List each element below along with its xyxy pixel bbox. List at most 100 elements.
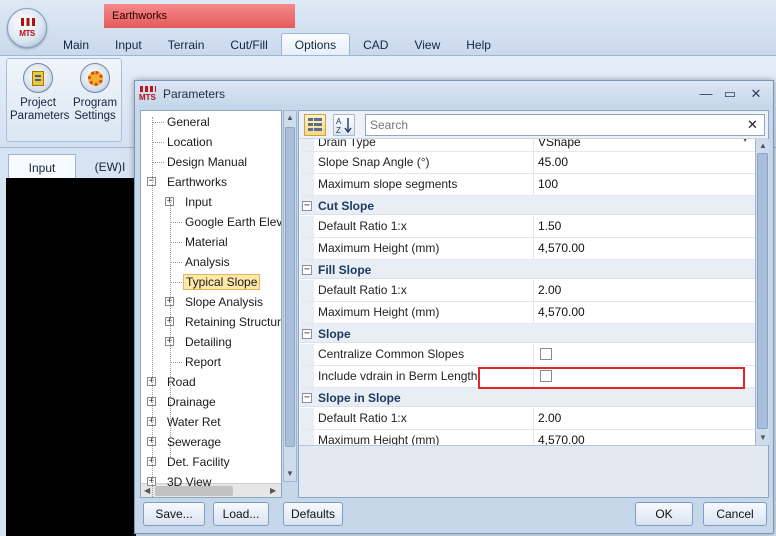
ribbon-tab-cut-fill[interactable]: Cut/Fill: [217, 34, 280, 56]
doc-tab-input[interactable]: Input: [8, 154, 76, 178]
parameters-tree[interactable]: ◀ ▶ General Location Design Manual Earthwor…: [140, 110, 282, 498]
scroll-up-icon[interactable]: ▲: [759, 141, 767, 150]
tree-item[interactable]: Analysis: [183, 252, 232, 272]
ribbon-tab-terrain[interactable]: Terrain: [155, 34, 218, 56]
tree-item[interactable]: Material: [183, 232, 230, 252]
property-value[interactable]: 4,570.00: [533, 238, 755, 259]
property-row[interactable]: Default Ratio 1:x 2.00: [300, 280, 755, 302]
collapse-icon[interactable]: −: [302, 201, 312, 211]
project-parameters-button[interactable]: Project Parameters: [10, 63, 69, 123]
ribbon-tab-main[interactable]: Main: [50, 34, 102, 56]
categorized-view-icon[interactable]: [304, 114, 326, 136]
ribbon-tab-view[interactable]: View: [401, 34, 453, 56]
svg-text:A: A: [336, 117, 342, 126]
property-value[interactable]: [533, 344, 755, 365]
tree-item[interactable]: General: [165, 112, 212, 132]
tree-item-label: Drainage: [167, 395, 216, 409]
ribbon-tab-input[interactable]: Input: [102, 34, 155, 56]
tree-item[interactable]: Earthworks: [165, 172, 229, 192]
checkbox[interactable]: [540, 348, 552, 360]
property-grid-scroll-thumb[interactable]: [757, 153, 768, 429]
scroll-down-icon[interactable]: ▼: [286, 469, 294, 478]
ok-button[interactable]: OK: [635, 502, 693, 526]
mts-logo-icon: MTS: [139, 86, 157, 102]
tree-item[interactable]: Location: [165, 132, 214, 152]
app-title: Earthworks: [104, 4, 295, 28]
property-value[interactable]: VShape ▼: [533, 139, 755, 151]
ribbon-tab-options[interactable]: Options: [280, 33, 351, 55]
property-row[interactable]: Slope Snap Angle (°) 45.00: [300, 152, 755, 174]
tree-item[interactable]: Detailing: [183, 332, 234, 352]
property-category[interactable]: − Slope in Slope: [300, 388, 755, 407]
property-value[interactable]: 2.00: [533, 280, 755, 301]
save-button[interactable]: Save...: [143, 502, 205, 526]
row-gutter: [300, 280, 314, 301]
close-icon[interactable]: ✕: [745, 85, 767, 103]
tree-item[interactable]: Report: [183, 352, 223, 372]
tree-item-label: Retaining Structures: [185, 315, 282, 329]
scroll-left-icon[interactable]: ◀: [144, 486, 150, 495]
drawing-canvas[interactable]: [6, 178, 136, 536]
dialog-title-bar[interactable]: MTS Parameters — ▭ ✕: [135, 81, 773, 107]
scroll-down-icon[interactable]: ▼: [759, 433, 767, 442]
tree-vscroll-thumb[interactable]: [285, 127, 295, 447]
tree-item-label: Detailing: [185, 335, 232, 349]
tree-item[interactable]: Water Ret: [165, 412, 223, 432]
property-value[interactable]: 4,570.00: [533, 430, 755, 445]
search-input[interactable]: [365, 114, 765, 136]
property-value[interactable]: 45.00: [533, 152, 755, 173]
property-row[interactable]: Maximum Height (mm) 4,570.00: [300, 430, 755, 445]
property-category[interactable]: − Slope: [300, 324, 755, 343]
tree-item[interactable]: Sewerage: [165, 432, 223, 452]
property-value[interactable]: [533, 366, 755, 387]
minimize-icon[interactable]: —: [695, 85, 717, 103]
collapse-icon[interactable]: −: [302, 329, 312, 339]
property-name: Default Ratio 1:x: [318, 283, 407, 297]
property-row[interactable]: Maximum Height (mm) 4,570.00: [300, 238, 755, 260]
tree-item[interactable]: Drainage: [165, 392, 218, 412]
load-button[interactable]: Load...: [213, 502, 269, 526]
property-row[interactable]: Maximum Height (mm) 4,570.00: [300, 302, 755, 324]
ribbon-tab-help[interactable]: Help: [453, 34, 504, 56]
property-row[interactable]: Maximum slope segments 100: [300, 174, 755, 196]
tree-item-label: Analysis: [185, 255, 230, 269]
property-value[interactable]: 100: [533, 174, 755, 195]
property-value[interactable]: 1.50: [533, 216, 755, 237]
ribbon-tab-cad[interactable]: CAD: [350, 34, 401, 56]
tree-item[interactable]: 3D View: [165, 472, 213, 492]
cancel-button[interactable]: Cancel: [703, 502, 767, 526]
program-settings-button[interactable]: Program Settings: [67, 63, 123, 123]
property-value[interactable]: 2.00: [533, 408, 755, 429]
scroll-right-icon[interactable]: ▶: [270, 486, 276, 495]
property-category[interactable]: − Fill Slope: [300, 260, 755, 279]
property-grid-scrollbar[interactable]: ▲ ▼: [755, 139, 769, 445]
scroll-up-icon[interactable]: ▲: [286, 113, 294, 122]
collapse-icon[interactable]: −: [302, 265, 312, 275]
defaults-button[interactable]: Defaults: [283, 502, 343, 526]
checkbox[interactable]: [540, 370, 552, 382]
property-row[interactable]: Include vdrain in Berm Length: [300, 366, 755, 388]
collapse-icon[interactable]: −: [302, 393, 312, 403]
maximize-icon[interactable]: ▭: [719, 85, 741, 103]
tree-item-label: General: [167, 115, 210, 129]
application-menu-button[interactable]: MTS: [7, 8, 47, 48]
tree-item[interactable]: Google Earth Elevation: [183, 212, 281, 232]
property-name: Drain Type: [318, 139, 376, 149]
property-category[interactable]: − Cut Slope: [300, 196, 755, 215]
tree-item[interactable]: Typical Slope: [183, 272, 261, 292]
property-row[interactable]: Drain Type VShape ▼: [300, 139, 755, 152]
property-name: Include vdrain in Berm Length: [318, 369, 478, 383]
tree-item[interactable]: Retaining Structures: [183, 312, 282, 332]
tree-item[interactable]: Input: [183, 192, 214, 212]
tree-vertical-scrollbar[interactable]: ▲ ▼: [283, 110, 297, 482]
property-row[interactable]: Default Ratio 1:x 2.00: [300, 408, 755, 430]
alphabetical-sort-icon[interactable]: AZ: [333, 114, 355, 136]
search-clear-icon[interactable]: ✕: [747, 117, 758, 133]
tree-item[interactable]: Slope Analysis: [183, 292, 265, 312]
property-row[interactable]: Centralize Common Slopes: [300, 344, 755, 366]
tree-item[interactable]: Det. Facility: [165, 452, 232, 472]
property-value[interactable]: 4,570.00: [533, 302, 755, 323]
tree-item[interactable]: Design Manual: [165, 152, 249, 172]
property-row[interactable]: Default Ratio 1:x 1.50: [300, 216, 755, 238]
chevron-down-icon[interactable]: ▼: [741, 139, 749, 144]
